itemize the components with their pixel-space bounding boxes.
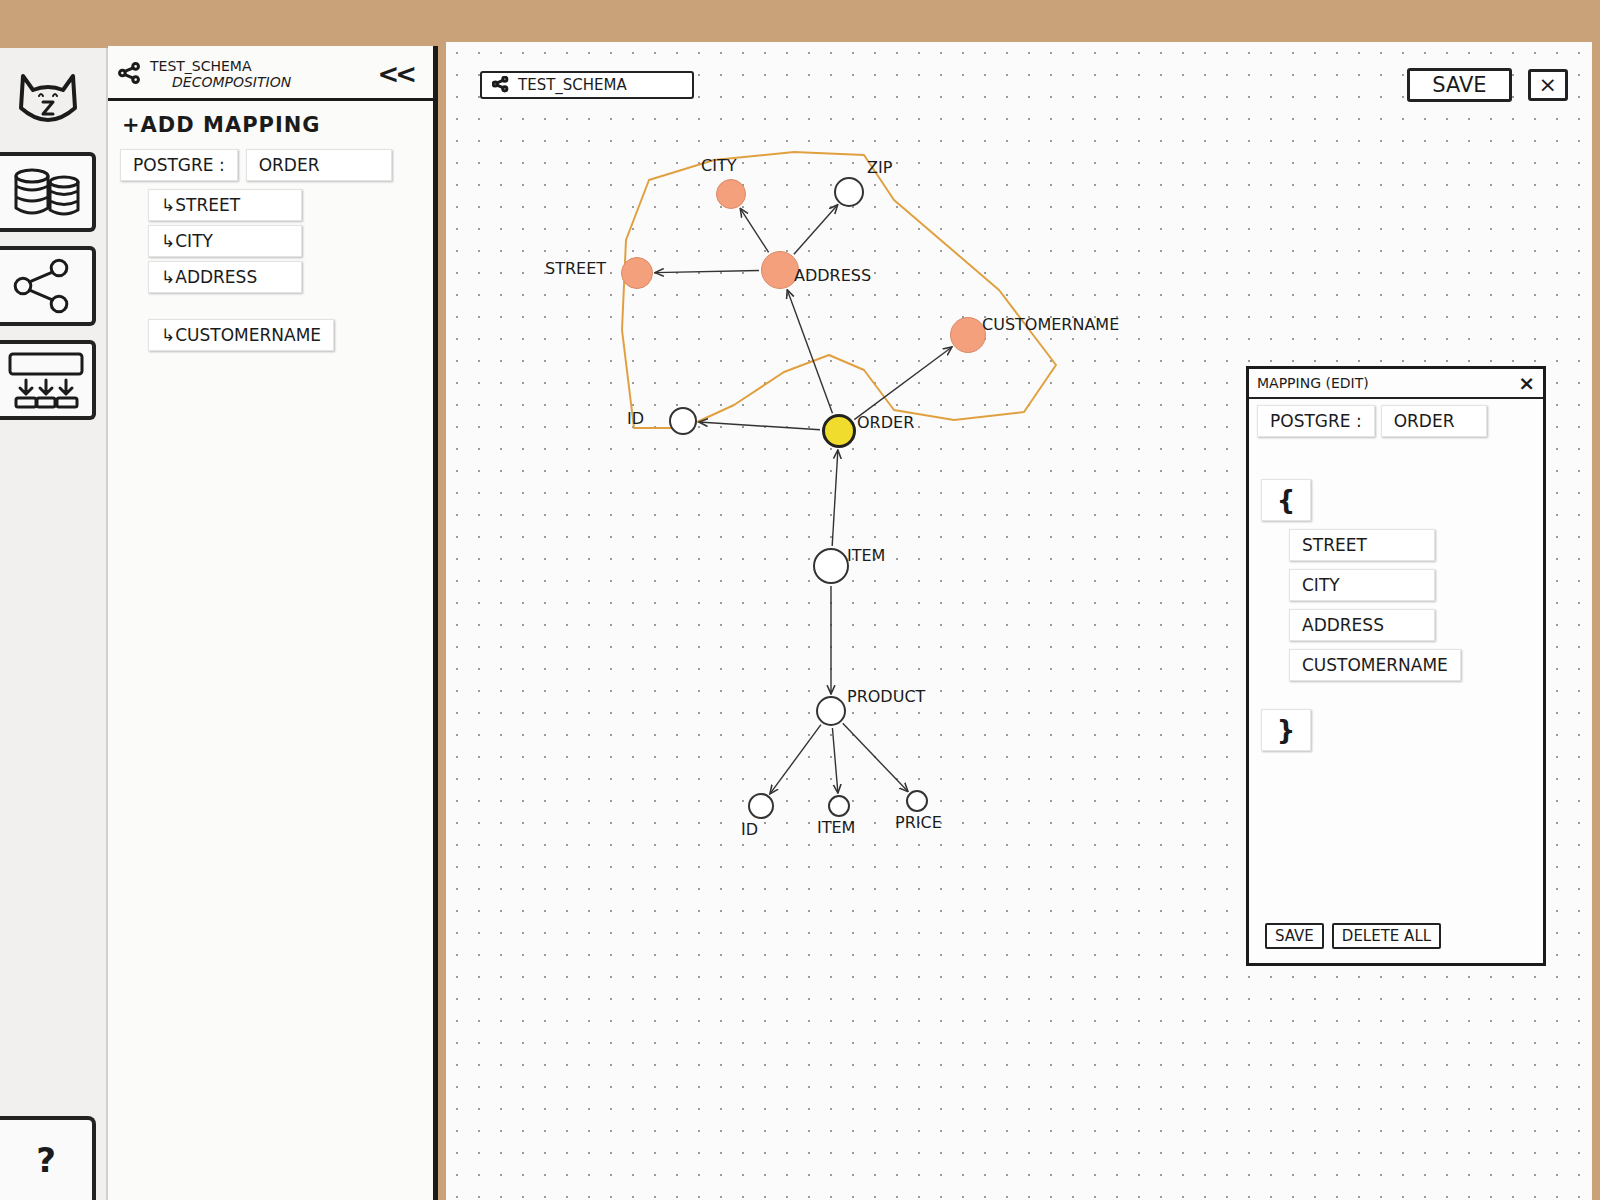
schema-canvas[interactable]: TEST_SCHEMA SAVE × CITY ZIP STREET ADDRESS CUST…	[446, 42, 1592, 1200]
open-brace: {	[1261, 479, 1311, 521]
dialog-fields: STREET CITY ADDRESS CUSTOMERNAME	[1261, 529, 1535, 681]
child-name: CITY	[175, 231, 213, 251]
node-label: ITEM	[817, 818, 855, 837]
graph-node[interactable]	[950, 317, 986, 353]
graph-node[interactable]	[813, 548, 849, 584]
dialog-save-button[interactable]: SAVE	[1265, 923, 1324, 949]
share-icon	[118, 62, 142, 86]
share-icon	[492, 76, 510, 94]
share-icon	[11, 256, 81, 316]
graph-node[interactable]	[828, 795, 850, 817]
mapping-child[interactable]: ↳ADDRESS	[148, 261, 302, 293]
mapping-children: ↳STREET↳CITY↳ADDRESS↳CUSTOMERNAME	[108, 185, 433, 351]
graph-edge	[843, 723, 908, 791]
child-marker: ↳	[161, 267, 175, 287]
logo[interactable]	[0, 58, 96, 138]
graph-edge	[832, 450, 838, 546]
mapping-icon	[6, 350, 86, 410]
panel-title: TEST_SCHEMADECOMPOSITION	[150, 58, 369, 90]
schema-title: TEST_SCHEMA	[518, 76, 627, 94]
schema-tab[interactable]	[0, 246, 96, 326]
graph-node[interactable]	[748, 793, 774, 819]
graph-edge	[787, 290, 832, 413]
mapping-header[interactable]: POSTGRE :ORDER	[108, 145, 433, 185]
dialog-footer: SAVE DELETE ALL	[1249, 913, 1543, 963]
graph-node[interactable]	[822, 414, 856, 448]
graph-edge	[832, 728, 837, 793]
dialog-source-row: POSTGRE :ORDER	[1249, 399, 1543, 443]
graph-edge	[770, 725, 821, 794]
close-button[interactable]: ×	[1528, 69, 1568, 101]
child-marker: ↳	[161, 231, 175, 251]
decomposition-panel: TEST_SCHEMADECOMPOSITION<<+ADD MAPPINGPO…	[108, 46, 438, 1200]
add-mapping-button[interactable]: +ADD MAPPING	[108, 101, 433, 145]
collapse-button[interactable]: <<	[377, 59, 421, 89]
close-brace: }	[1261, 709, 1311, 751]
graph-edge	[740, 208, 768, 252]
databases-tab[interactable]	[0, 152, 96, 232]
mapping-source: POSTGRE :	[120, 149, 238, 181]
mapping-child[interactable]: ↳STREET	[148, 189, 302, 221]
graph-node[interactable]	[906, 790, 928, 812]
mapping-edit-dialog: MAPPING (EDIT)×POSTGRE :ORDER{STREETCITY…	[1246, 366, 1546, 966]
child-name: STREET	[175, 195, 240, 215]
node-label: PRODUCT	[847, 687, 925, 706]
mapping-target: ORDER	[246, 149, 392, 181]
dialog-close-button[interactable]: ×	[1518, 371, 1535, 395]
node-label: ZIP	[867, 158, 892, 177]
dialog-body: { STREET CITY ADDRESS CUSTOMERNAME}	[1249, 443, 1543, 913]
node-label: ORDER	[857, 413, 914, 432]
cat-logo-icon	[13, 68, 83, 128]
help-button[interactable]: ?	[0, 1116, 96, 1200]
panel-subtitle: DECOMPOSITION	[150, 74, 369, 90]
node-label: PRICE	[895, 813, 942, 832]
schema-name: TEST_SCHEMA	[150, 58, 369, 74]
node-label: ADDRESS	[794, 266, 871, 285]
node-label: ID	[627, 409, 644, 428]
node-label: ID	[741, 820, 758, 839]
graph-node[interactable]	[761, 251, 799, 289]
source-field[interactable]: POSTGRE :	[1257, 405, 1375, 437]
child-marker: ↳	[161, 195, 175, 215]
mapping-tab[interactable]	[0, 340, 96, 420]
graph-node[interactable]	[621, 257, 653, 289]
schema-tab-label[interactable]: TEST_SCHEMA	[480, 71, 694, 99]
node-label: ITEM	[847, 546, 885, 565]
node-label: CITY	[701, 156, 736, 175]
node-label: CUSTOMERNAME	[982, 315, 1119, 334]
graph-node[interactable]	[716, 179, 746, 209]
mapped-field[interactable]: CITY	[1289, 569, 1435, 601]
node-label: STREET	[545, 259, 606, 278]
canvas-header: TEST_SCHEMA SAVE ×	[446, 42, 1592, 102]
child-name: ADDRESS	[175, 267, 257, 287]
graph-edge	[794, 205, 838, 255]
target-field[interactable]: ORDER	[1381, 405, 1487, 437]
graph-edge	[830, 586, 831, 694]
save-button[interactable]: SAVE	[1407, 68, 1511, 102]
database-icon	[8, 164, 84, 220]
rail-spacer	[0, 434, 106, 1102]
delete-all-button[interactable]: DELETE ALL	[1332, 923, 1441, 949]
mapping-child[interactable]: ↳CITY	[148, 225, 302, 257]
mapping-child[interactable]: ↳CUSTOMERNAME	[148, 319, 334, 351]
mapped-field[interactable]: CUSTOMERNAME	[1289, 649, 1461, 681]
mapped-field[interactable]: ADDRESS	[1289, 609, 1435, 641]
panel-header: TEST_SCHEMADECOMPOSITION <<	[108, 46, 433, 101]
mapped-field[interactable]: STREET	[1289, 529, 1435, 561]
dialog-title: MAPPING (EDIT)	[1257, 375, 1518, 391]
icon-rail: ?	[0, 48, 108, 1200]
graph-edge	[699, 422, 820, 430]
selection-lasso	[622, 152, 1056, 428]
mapping[interactable]: POSTGRE :ORDER↳STREET↳CITY↳ADDRESS↳CUSTO…	[108, 145, 433, 351]
graph-node[interactable]	[816, 696, 846, 726]
child-marker: ↳	[161, 325, 175, 345]
graph-node[interactable]	[834, 177, 864, 207]
dialog-header: MAPPING (EDIT)×	[1249, 369, 1543, 399]
graph-node[interactable]	[669, 407, 697, 435]
graph-edge	[854, 347, 952, 420]
child-name: CUSTOMERNAME	[175, 325, 321, 345]
graph-edge	[655, 270, 759, 272]
